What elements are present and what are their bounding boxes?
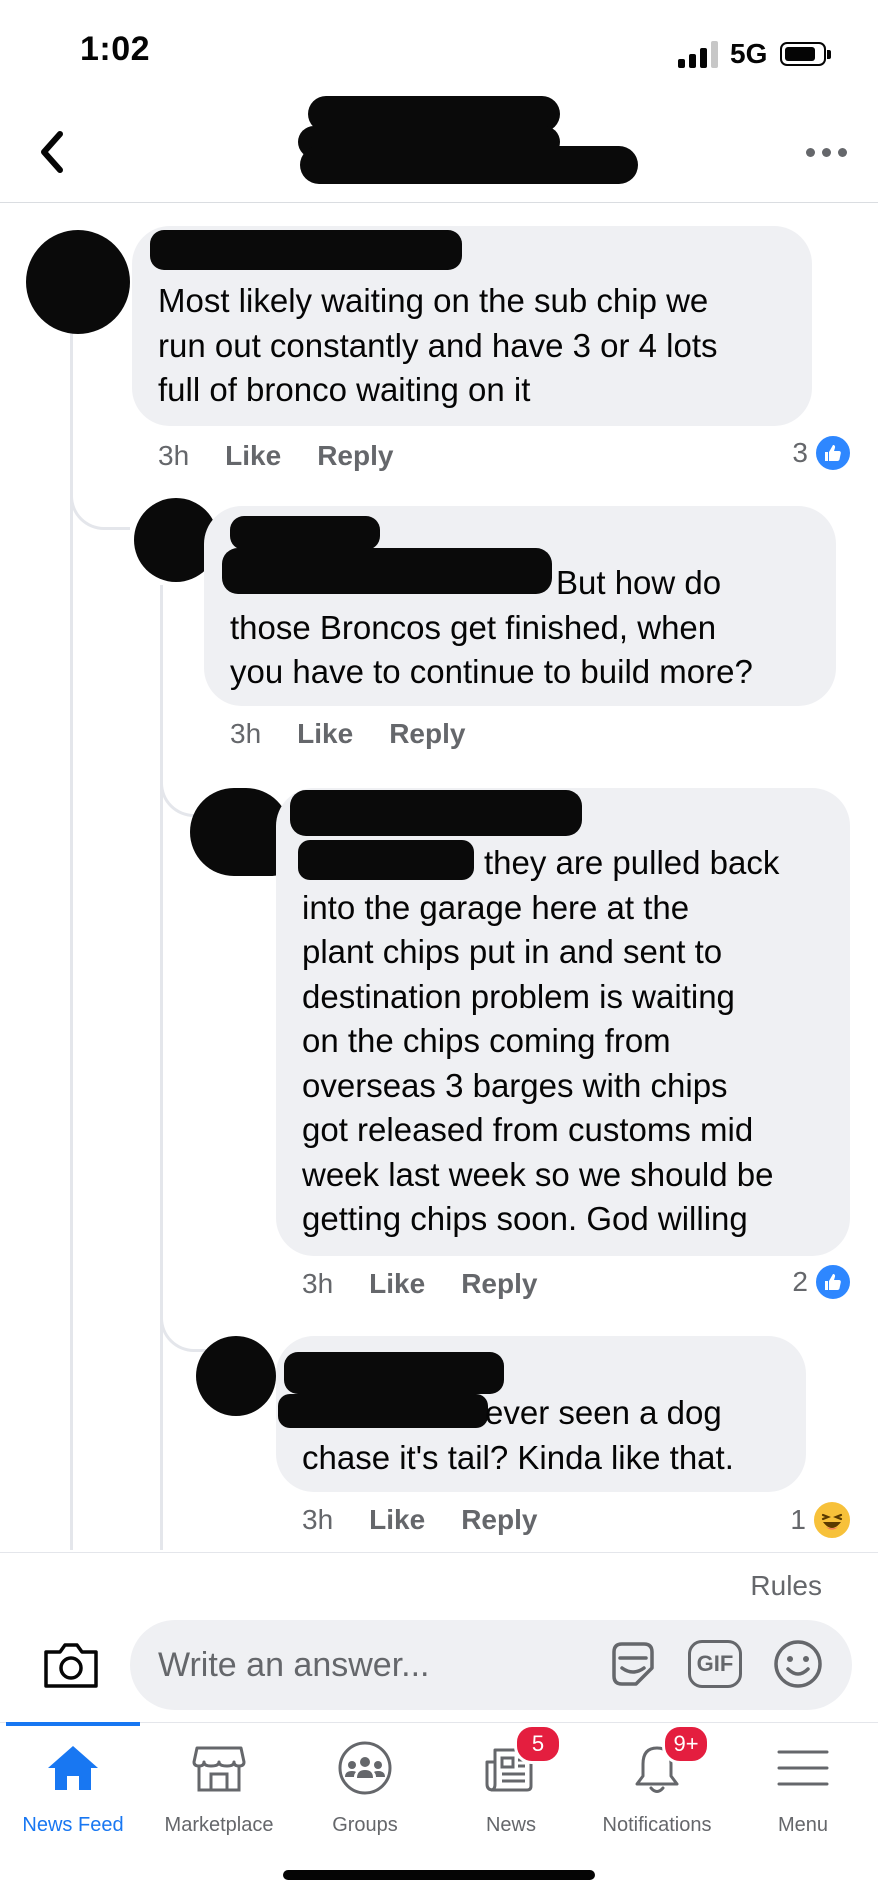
- signal-strength-icon: [678, 40, 722, 68]
- reaction-count: 3: [792, 437, 808, 468]
- thread-line: [70, 330, 73, 1550]
- network-type: 5G: [730, 38, 768, 69]
- tab-label: Groups: [332, 1814, 398, 1836]
- notifications-badge: 9+: [662, 1724, 710, 1764]
- redacted-subtitle: [300, 146, 638, 184]
- active-tab-indicator: [6, 1722, 140, 1726]
- reply-button[interactable]: Reply: [461, 1268, 537, 1299]
- rules-link[interactable]: Rules: [750, 1570, 822, 1602]
- reply-button[interactable]: Reply: [389, 718, 465, 749]
- thread-connector: [70, 470, 130, 530]
- thread-line: [160, 585, 163, 1550]
- reaction-count: 1: [790, 1504, 806, 1535]
- more-options-button[interactable]: [802, 140, 852, 170]
- groups-icon: [338, 1741, 392, 1795]
- tab-label: Menu: [777, 1814, 829, 1836]
- avatar[interactable]: [196, 1336, 276, 1416]
- comment-text: Most likely waiting on the sub chip we r…: [158, 282, 718, 408]
- sticker-icon[interactable]: [606, 1638, 660, 1692]
- news-badge: 5: [514, 1724, 562, 1764]
- emoji-icon[interactable]: [772, 1638, 824, 1690]
- tab-news-feed[interactable]: News Feed: [0, 1730, 146, 1840]
- like-button[interactable]: Like: [369, 1504, 425, 1535]
- comment-time: 3h: [302, 1504, 334, 1535]
- avatar[interactable]: [26, 230, 130, 334]
- reply-button[interactable]: Reply: [461, 1504, 537, 1535]
- tab-label: News: [485, 1814, 536, 1836]
- comment-text: ever seen a dog chase it's tail? Kinda l…: [302, 1394, 734, 1476]
- like-icon: [814, 1263, 852, 1301]
- marketplace-icon: [192, 1746, 246, 1792]
- comment-text: they are pulled back into the garage her…: [302, 844, 780, 1237]
- reaction-summary[interactable]: 3: [792, 434, 852, 472]
- tab-marketplace[interactable]: Marketplace: [146, 1730, 292, 1840]
- status-time: 1:02: [80, 30, 151, 68]
- gif-icon[interactable]: GIF: [688, 1640, 742, 1688]
- reaction-summary[interactable]: 1: [790, 1500, 852, 1540]
- tab-notifications[interactable]: 9+ Notifications: [584, 1724, 730, 1840]
- tab-label: Marketplace: [164, 1814, 274, 1836]
- comment-text: But how do those Broncos get finished, w…: [230, 564, 753, 690]
- comment-meta: 3h Like Reply: [230, 718, 501, 750]
- like-button[interactable]: Like: [369, 1268, 425, 1299]
- reaction-count: 2: [792, 1266, 808, 1297]
- home-indicator[interactable]: [283, 1870, 595, 1880]
- tab-news[interactable]: 5 News: [438, 1724, 584, 1840]
- back-button[interactable]: [28, 124, 78, 180]
- like-icon: [814, 434, 852, 472]
- tab-label: News Feed: [22, 1814, 124, 1836]
- like-button[interactable]: Like: [297, 718, 353, 749]
- like-button[interactable]: Like: [225, 440, 281, 471]
- thread-connector: [160, 1300, 210, 1352]
- comment-meta: 3h Like Reply: [302, 1268, 573, 1300]
- comment-meta: 3h Like Reply: [302, 1504, 573, 1536]
- comment-time: 3h: [230, 718, 262, 749]
- battery-icon: [780, 42, 831, 66]
- redacted-author-name[interactable]: [290, 790, 582, 836]
- redacted-author-name[interactable]: [284, 1352, 504, 1394]
- redacted-author-name[interactable]: [150, 230, 462, 270]
- avatar[interactable]: [190, 788, 290, 876]
- answer-placeholder: Write an answer...: [158, 1646, 430, 1684]
- tab-menu[interactable]: Menu: [730, 1730, 876, 1840]
- menu-icon: [777, 1750, 829, 1786]
- tab-label: Notifications: [602, 1814, 712, 1836]
- reply-button[interactable]: Reply: [317, 440, 393, 471]
- haha-icon: [812, 1500, 852, 1540]
- reaction-summary[interactable]: 2: [792, 1263, 852, 1301]
- comment-meta: 3h Like Reply: [158, 440, 429, 472]
- comment-time: 3h: [302, 1268, 334, 1299]
- home-icon: [48, 1746, 98, 1790]
- redacted-author-name[interactable]: [230, 516, 380, 550]
- camera-icon[interactable]: [42, 1640, 100, 1690]
- comment-time: 3h: [158, 440, 190, 471]
- tab-groups[interactable]: Groups: [292, 1730, 438, 1840]
